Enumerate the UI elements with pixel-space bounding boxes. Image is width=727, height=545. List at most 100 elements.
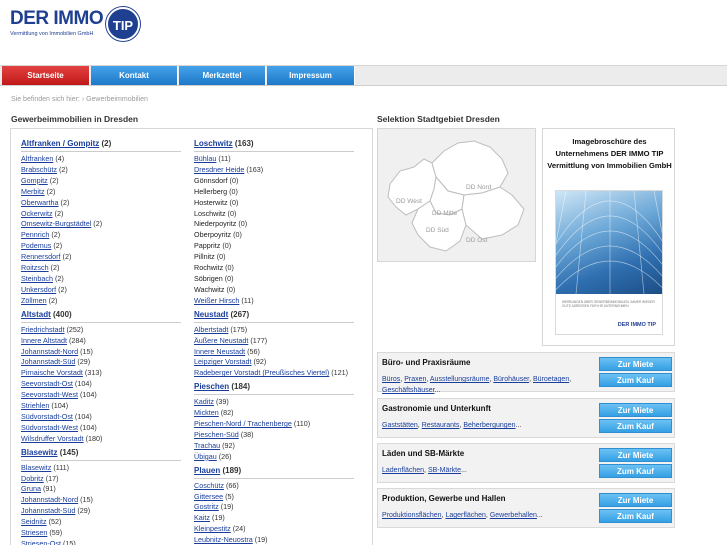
category-link[interactable]: Büroetagen bbox=[533, 376, 569, 383]
district-link[interactable]: Blasewitz bbox=[21, 463, 51, 472]
district-group-link[interactable]: Neustadt bbox=[194, 310, 228, 319]
district-link[interactable]: Zöllmen bbox=[21, 296, 47, 305]
buy-button[interactable]: Zum Kauf bbox=[599, 373, 672, 387]
district-group-link[interactable]: Loschwitz bbox=[194, 139, 233, 148]
district-link[interactable]: Podemus bbox=[21, 241, 51, 250]
district-link[interactable]: Altfranken bbox=[21, 154, 53, 163]
district-group-link[interactable]: Blasewitz bbox=[21, 448, 57, 457]
district-link[interactable]: Gompitz bbox=[21, 176, 48, 185]
category-link[interactable]: Praxen bbox=[404, 376, 426, 383]
category-link[interactable]: Beherbergungen bbox=[463, 422, 515, 429]
map-region-ost[interactable] bbox=[461, 186, 525, 240]
district-link[interactable]: Pieschen-Süd bbox=[194, 430, 239, 439]
category-link[interactable]: Restaurants bbox=[422, 422, 460, 429]
district-link[interactable]: Pieschen-Nord / Trachenberge bbox=[194, 419, 292, 428]
district-link[interactable]: Kaditz bbox=[194, 397, 214, 406]
category-link[interactable]: Geschäftshäuser bbox=[382, 387, 435, 394]
district-link[interactable]: Brabschütz bbox=[21, 165, 57, 174]
category-link[interactable]: Büros bbox=[382, 376, 400, 383]
buy-button[interactable]: Zum Kauf bbox=[599, 419, 672, 433]
category-link[interactable]: Lagerflächen bbox=[445, 512, 485, 519]
logo[interactable]: DER IMMO TIP Vermittlung von Immobilien … bbox=[10, 7, 140, 43]
nav-kontakt[interactable]: Kontakt bbox=[91, 66, 178, 85]
rent-button[interactable]: Zur Miete bbox=[599, 448, 672, 462]
district-link[interactable]: Südvorstadt-West bbox=[21, 423, 78, 432]
district-link[interactable]: Steinbach bbox=[21, 274, 53, 283]
district-link[interactable]: Leipziger Vorstadt bbox=[194, 357, 252, 366]
district-link[interactable]: Johannstadt-Nord bbox=[21, 347, 78, 356]
district-link[interactable]: Pennrich bbox=[21, 230, 49, 239]
district-link[interactable]: Innere Altstadt bbox=[21, 336, 67, 345]
category-link[interactable]: Gaststätten bbox=[382, 422, 418, 429]
district-link[interactable]: Striehlen bbox=[21, 401, 49, 410]
district-link[interactable]: Striesen-Ost bbox=[21, 539, 61, 545]
brochure-box[interactable]: Imagebroschüre des Unternehmens DER IMMO… bbox=[542, 128, 675, 346]
district-link[interactable]: Rennersdorf bbox=[21, 252, 61, 261]
district-link[interactable]: Ockerwitz bbox=[21, 209, 53, 218]
rent-button[interactable]: Zur Miete bbox=[599, 403, 672, 417]
category-link[interactable]: Ladenflächen bbox=[382, 467, 424, 474]
district-group-link[interactable]: Altfranken / Gompitz bbox=[21, 139, 99, 148]
district-link[interactable]: Dobritz bbox=[21, 474, 44, 483]
buy-button[interactable]: Zum Kauf bbox=[599, 509, 672, 523]
rent-button[interactable]: Zur Miete bbox=[599, 493, 672, 507]
district-link[interactable]: Seidnitz bbox=[21, 517, 47, 526]
district-column-1: Altfranken / Gompitz (2) Altfranken (4) Br… bbox=[21, 136, 191, 545]
rent-button[interactable]: Zur Miete bbox=[599, 357, 672, 371]
district-link[interactable]: Leubnitz-Neuostra bbox=[194, 535, 253, 544]
brochure-cover-image[interactable]: WERBUNGEN ÜBER GEWERBEIMMOBILIEN. IMMER … bbox=[555, 190, 663, 335]
district-link[interactable]: Übigau bbox=[194, 452, 217, 461]
category-link[interactable]: SB-Märkte bbox=[428, 467, 461, 474]
district-link[interactable]: Pirnaische Vorstadt bbox=[21, 368, 83, 377]
district-group-link[interactable]: Plauen bbox=[194, 466, 220, 475]
district-link[interactable]: Seevorstadt-West bbox=[21, 390, 78, 399]
district-link[interactable]: Friedrichstadt bbox=[21, 325, 65, 334]
district-group-link[interactable]: Altstadt bbox=[21, 310, 51, 319]
category-link[interactable]: Produktionsflächen bbox=[382, 512, 442, 519]
district-link[interactable]: Roitzsch bbox=[21, 263, 49, 272]
district-link[interactable]: Südvorstadt-Ost bbox=[21, 412, 73, 421]
district-count: (11) bbox=[239, 295, 254, 305]
district-link[interactable]: Seevorstadt-Ost bbox=[21, 379, 73, 388]
nav-startseite[interactable]: Startseite bbox=[2, 66, 90, 85]
district-link[interactable]: Coschütz bbox=[194, 481, 224, 490]
district-link[interactable]: Gruna bbox=[21, 484, 41, 493]
district-link[interactable]: Johannstadt-Süd bbox=[21, 506, 75, 515]
district-link[interactable]: Kaitz bbox=[194, 513, 210, 522]
category-link[interactable]: Bürohäuser bbox=[493, 376, 529, 383]
link-ellipsis: ... bbox=[515, 422, 522, 429]
district-link[interactable]: Gostritz bbox=[194, 502, 219, 511]
district-link[interactable]: Omsewitz-Burgstädtel bbox=[21, 219, 91, 228]
buy-button[interactable]: Zum Kauf bbox=[599, 464, 672, 478]
category-link[interactable]: Gewerbehallen bbox=[490, 512, 537, 519]
group-divider bbox=[194, 321, 354, 323]
district-list-item: Südvorstadt-Ost (104) bbox=[21, 412, 191, 423]
district-link[interactable]: Dresdner Heide bbox=[194, 165, 244, 174]
district-link[interactable]: Mickten bbox=[194, 408, 219, 417]
district-link[interactable]: Merbitz bbox=[21, 187, 45, 196]
category-link[interactable]: Ausstellungsräume bbox=[430, 376, 490, 383]
district-link[interactable]: Innere Neustadt bbox=[194, 347, 245, 356]
district-link[interactable]: Johannstadt-Süd bbox=[21, 357, 75, 366]
nav-impressum[interactable]: Impressum bbox=[267, 66, 355, 85]
district-group-link[interactable]: Pieschen bbox=[194, 382, 229, 391]
district-list-item: Hellerberg (0) bbox=[194, 187, 364, 198]
district-link[interactable]: Äußere Neustadt bbox=[194, 336, 248, 345]
district-link[interactable]: Weißer Hirsch bbox=[194, 296, 239, 305]
district-list-item: Ockerwitz (2) bbox=[21, 209, 191, 220]
district-link[interactable]: Gittersee bbox=[194, 492, 223, 501]
nav-merkzettel[interactable]: Merkzettel bbox=[179, 66, 266, 85]
district-link[interactable]: Wilsdruffer Vorstadt bbox=[21, 434, 84, 443]
district-link[interactable]: Unkersdorf bbox=[21, 285, 56, 294]
district-link[interactable]: Oberwartha bbox=[21, 198, 59, 207]
district-link[interactable]: Trachau bbox=[194, 441, 220, 450]
district-list-item: Mickten (82) bbox=[194, 408, 364, 419]
district-link[interactable]: Striesen bbox=[21, 528, 47, 537]
district-link: Pappritz bbox=[194, 241, 221, 251]
district-link[interactable]: Johannstadt-Nord bbox=[21, 495, 78, 504]
district-link[interactable]: Kleinpestitz bbox=[194, 524, 231, 533]
district-link[interactable]: Bühlau bbox=[194, 154, 216, 163]
district-count: (15) bbox=[60, 539, 76, 545]
district-link[interactable]: Albertstadt bbox=[194, 325, 228, 334]
district-link[interactable]: Radeberger Vorstadt (Preußisches Viertel… bbox=[194, 368, 329, 377]
